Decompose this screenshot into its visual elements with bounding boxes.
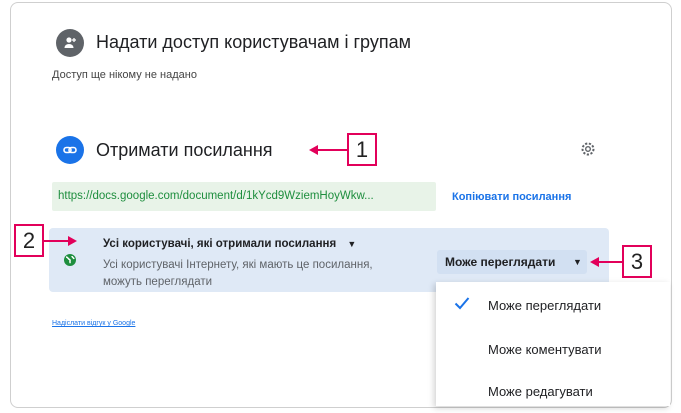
share-people-status: Доступ ще нікому не надано [52,69,197,81]
chevron-down-icon: ▼ [573,257,582,267]
link-icon [56,136,84,164]
role-menu-item-edit[interactable]: Може редагувати [436,374,670,410]
callout-1: 1 [347,133,377,166]
callout-3: 3 [622,245,652,278]
callout-2: 2 [14,224,44,257]
callout-arrow [317,149,347,151]
role-dropdown-label: Може переглядати [445,255,556,269]
role-menu: Може переглядати Може коментувати Може р… [436,282,670,406]
role-menu-item-label: Може переглядати [488,298,602,313]
callout-arrow [598,261,622,263]
check-icon [454,296,470,315]
gear-icon[interactable] [579,140,597,163]
globe-icon [63,253,77,272]
share-people-title: Надати доступ користувачам і групам [96,32,411,52]
copy-link-button[interactable]: Копіювати посилання [452,191,571,203]
role-menu-item-view[interactable]: Може переглядати [436,288,670,324]
role-menu-item-label: Може коментувати [488,342,602,357]
send-feedback-link[interactable]: Надіслати відгук у Google [52,320,135,327]
person-add-icon [56,29,84,57]
role-menu-item-comment[interactable]: Може коментувати [436,332,670,368]
access-description: Усі користувачі Інтернету, які мають це … [103,259,373,288]
get-link-title: Отримати посилання [96,140,273,160]
access-scope-label: Усі користувачі, які отримали посилання [103,238,337,250]
access-scope-dropdown[interactable]: Усі користувачі, які отримали посилання … [103,238,356,250]
callout-arrowhead [68,236,77,246]
link-url-text: https://docs.google.com/document/d/1kYcd… [58,190,374,202]
role-dropdown-button[interactable]: Може переглядати ▼ [437,250,587,274]
chevron-down-icon: ▼ [347,239,357,249]
role-menu-item-label: Може редагувати [488,384,593,399]
link-url-field[interactable]: https://docs.google.com/document/d/1kYcd… [52,182,436,211]
callout-arrow [44,240,68,242]
